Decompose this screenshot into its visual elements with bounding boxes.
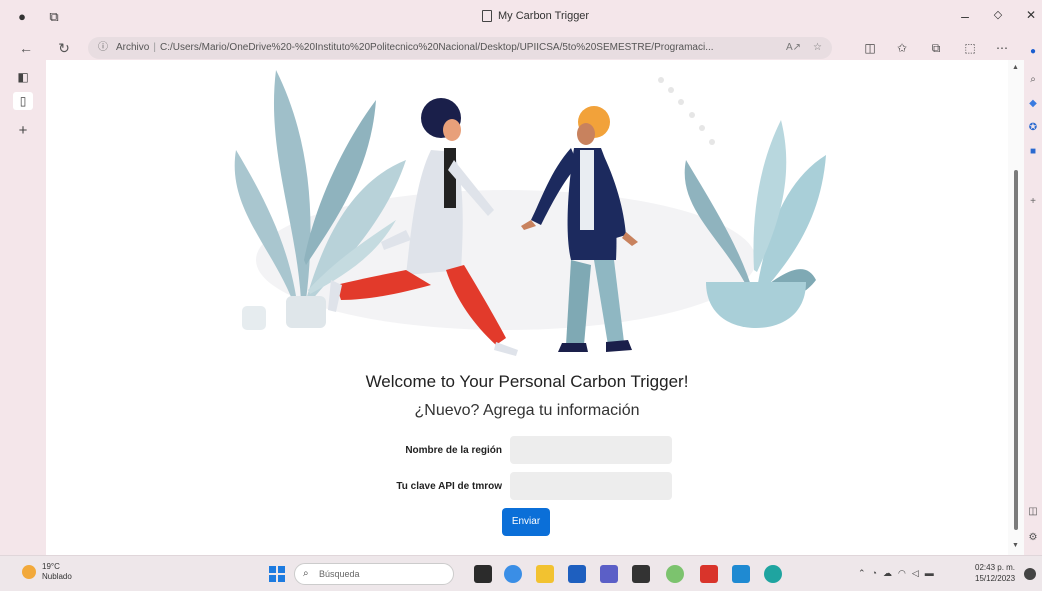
workspaces-icon[interactable]: ⧉ [46,9,62,25]
clock-date: 15/12/2023 [975,574,1016,583]
tab-actions-icon[interactable]: ◧ [13,68,33,86]
web-page: Welcome to Your Personal Carbon Trigger!… [46,60,1008,555]
new-tab-icon[interactable]: + [13,122,33,140]
browser-app-icon[interactable] [764,565,782,583]
volume-icon[interactable]: ◁ [912,568,919,579]
sun-icon [22,565,36,579]
scroll-down-icon[interactable]: ▼ [1012,542,1019,549]
wifi-icon[interactable]: ◠ [898,568,906,579]
favorite-star-icon[interactable]: ☆ [813,37,822,59]
collections-icon[interactable]: ⧉ [928,41,944,55]
edge-app-icon[interactable] [504,565,522,583]
region-row: Nombre de la región [364,436,672,464]
system-tray[interactable]: ⌃ ◔ ☁ ◠ ◁ ▬ [858,568,934,579]
refresh-icon[interactable]: ↻ [54,38,74,58]
notification-icon[interactable] [1024,568,1036,580]
close-button[interactable]: ✕ [1021,8,1041,22]
profile-icon[interactable]: ● [14,9,30,25]
maximize-button[interactable]: ◇ [988,8,1008,21]
hero-illustration [234,70,826,356]
add-sidebar-icon[interactable]: + [1027,196,1039,208]
taskbar-clock[interactable]: 02:43 p. m. 15/12/2023 [975,562,1015,584]
subtitle-heading: ¿Nuevo? Agrega tu información [414,402,640,419]
address-url: C:/Users/Mario/OneDrive%20-%20Instituto%… [159,42,714,53]
browser-titlebar: ● ⧉ My Carbon Trigger – ◇ ✕ [0,0,1042,36]
address-bar[interactable]: ⓘ Archivo | C:/Users/Mario/OneDrive%20-%20… [88,37,832,59]
submit-button[interactable]: Enviar [502,508,550,536]
taskbar-search[interactable]: ⌕ Búsqueda [294,563,454,585]
scroll-up-icon[interactable]: ▲ [1012,64,1019,71]
back-arrow-icon[interactable]: ← [16,38,36,58]
weather-widget[interactable]: 19°C Nublado [22,562,72,582]
vscode-icon[interactable] [732,565,750,583]
minimize-button[interactable]: – [955,8,975,24]
address-prefix: Archivo [116,42,150,53]
split-screen-icon[interactable]: ◫ [862,41,878,55]
file-explorer-icon[interactable] [536,565,554,583]
photos-icon[interactable] [666,565,684,583]
acrobat-icon[interactable] [700,565,718,583]
weather-desc: Nublado [42,572,72,581]
tools-icon[interactable]: ✪ [1027,122,1039,134]
branch-decoration [658,77,715,145]
read-aloud-icon[interactable]: A↗ [786,37,801,59]
outlook-icon[interactable]: ■ [1027,146,1039,158]
windows-start-icon[interactable] [269,566,285,582]
search-placeholder: Búsqueda [319,569,360,579]
screen: ● ⧉ My Carbon Trigger – ◇ ✕ ← ↻ ⓘ Archiv… [0,0,1042,591]
api-key-label: Tu clave API de tmrow [396,480,502,492]
extensions-icon[interactable]: ⬚ [962,41,978,55]
api-key-row: Tu clave API de tmrow [364,472,672,500]
store-icon[interactable] [568,565,586,583]
task-view-icon[interactable] [474,565,492,583]
info-icon: ⓘ [98,42,108,53]
cloud-icon[interactable]: ☁ [883,568,892,579]
shopping-icon[interactable]: ◆ [1027,98,1039,110]
region-label: Nombre de la región [405,444,502,456]
tab-page-icon[interactable]: ▯ [13,92,33,110]
terminal-icon[interactable] [632,565,650,583]
search-sidebar-icon[interactable]: ⌕ [1027,74,1039,86]
network-icon[interactable]: ◔ [872,568,877,579]
api-key-input[interactable] [510,472,672,500]
teams-icon[interactable] [600,565,618,583]
edge-sidebar: ● ⌕ ◆ ✪ ■ + ◫ ⚙ [1024,36,1042,555]
search-icon: ⌕ [303,568,309,579]
scroll-thumb[interactable] [1014,170,1018,530]
battery-icon[interactable]: ▬ [925,568,934,579]
tab-title: My Carbon Trigger [498,10,590,22]
region-input[interactable] [510,436,672,464]
browser-toolbar: ← ↻ ⓘ Archivo | C:/Users/Mario/OneDrive%20… [0,36,1042,60]
copilot-icon[interactable]: ● [1027,46,1039,58]
windows-taskbar: 19°C Nublado ⌕ Búsqueda ⌃ ◔ ☁ ◠ ◁ ▬ 02:4… [0,555,1042,591]
welcome-heading: Welcome to Your Personal Carbon Trigger! [365,372,689,391]
settings-gear-icon[interactable]: ⚙ [1027,532,1039,544]
clock-time: 02:43 p. m. [975,563,1016,572]
favorites-icon[interactable]: ✩ [894,41,910,55]
active-tab[interactable]: My Carbon Trigger [482,10,589,22]
vertical-tabs-bar: ◧ ▯ + [0,60,46,555]
more-menu-icon[interactable]: ⋯ [994,41,1010,55]
page-scrollbar[interactable]: ▲ ▼ [1008,60,1024,555]
weather-temp: 19°C [42,562,60,571]
page-icon [482,10,492,22]
sidebar-layout-icon[interactable]: ◫ [1027,506,1039,518]
chevron-up-icon[interactable]: ⌃ [858,568,866,579]
